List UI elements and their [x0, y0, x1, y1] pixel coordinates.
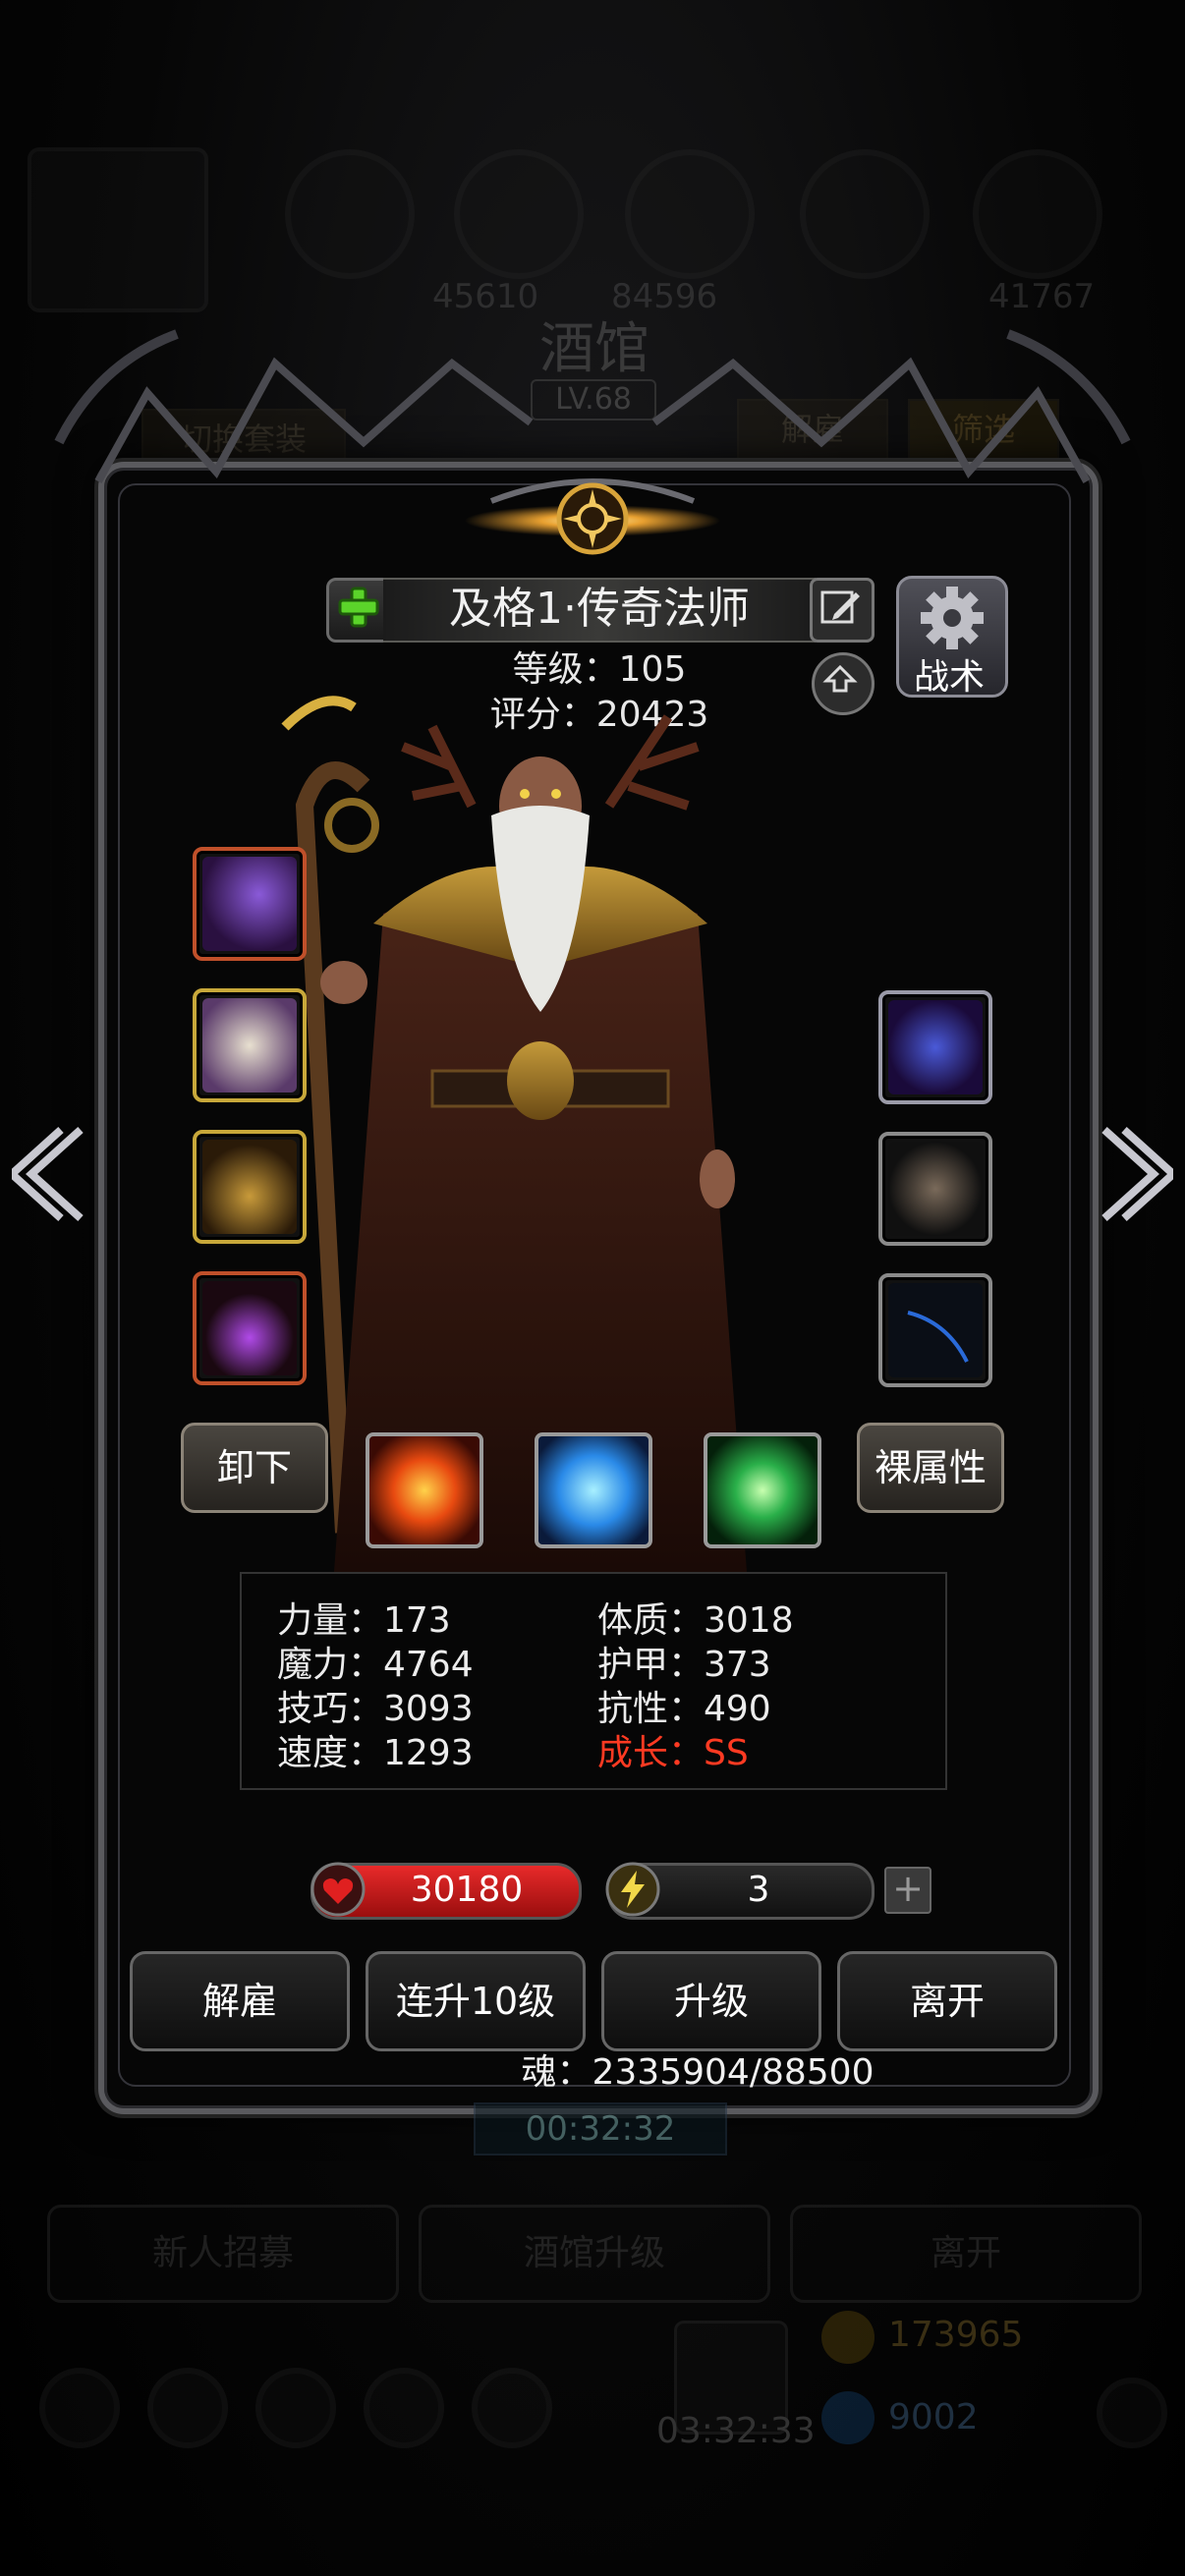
prev-hero-arrow-icon[interactable]	[6, 1120, 100, 1250]
gem-icon	[888, 1000, 983, 1094]
hero-level: 等级：105	[512, 649, 687, 690]
stat-armor: 护甲：373	[597, 1645, 771, 1685]
equip-slot-amulet[interactable]	[193, 1271, 307, 1385]
staff-icon	[202, 857, 297, 951]
gold-icon	[821, 2311, 875, 2364]
stat-speed: 速度：1293	[277, 1733, 474, 1773]
stat-constitution: 体质：3018	[597, 1600, 794, 1641]
leave-button[interactable]: 离开	[837, 1951, 1057, 2051]
skill-ice-icon[interactable]	[535, 1432, 652, 1548]
gold-amount: 173965	[888, 2315, 1024, 2355]
bg-bottom-icon-2	[147, 2368, 228, 2448]
heart-icon	[309, 1861, 367, 1922]
bg-timer: 00:32:32	[474, 2102, 727, 2156]
base-stats-button[interactable]: 裸属性	[857, 1423, 1004, 1513]
tavern-upgrade-button[interactable]: 酒馆升级	[419, 2205, 770, 2303]
lightning-icon	[603, 1861, 662, 1922]
bracer-icon	[888, 1142, 983, 1236]
necklace-icon	[202, 1140, 297, 1234]
rename-button[interactable]	[810, 578, 875, 643]
energy-value: 3	[747, 1870, 770, 1910]
recruit-button[interactable]: 新人招募	[47, 2205, 399, 2303]
stat-growth: 成长：SS	[597, 1733, 749, 1773]
bg-bottom-timer: 03:32:33	[656, 2411, 816, 2451]
equip-slot-whip[interactable]	[878, 1273, 992, 1387]
level-up-button[interactable]: 升级	[601, 1951, 821, 2051]
stat-strength: 力量：173	[277, 1600, 451, 1641]
hp-value: 30180	[410, 1870, 524, 1910]
bg-bottom-icon-3	[255, 2368, 336, 2448]
bg-bottom-icon-4	[364, 2368, 444, 2448]
skill-nature-icon[interactable]	[704, 1432, 821, 1548]
bg-bottom-icon-1	[39, 2368, 120, 2448]
hero-name: 及格1·传奇法师	[449, 584, 750, 634]
level-up-10-button[interactable]: 连升10级	[366, 1951, 586, 2051]
tactics-label: 战术	[913, 657, 985, 698]
stat-resistance: 抗性：490	[597, 1689, 771, 1729]
equip-slot-bracer[interactable]	[878, 1132, 992, 1246]
bg-bottom-icon-6	[1097, 2378, 1167, 2448]
equip-slot-necklace[interactable]	[193, 1130, 307, 1244]
robe-icon	[202, 998, 297, 1092]
whip-icon	[888, 1283, 983, 1377]
plus-icon	[338, 587, 379, 628]
next-hero-arrow-icon[interactable]	[1085, 1120, 1179, 1250]
unequip-button[interactable]: 卸下	[181, 1423, 328, 1513]
bg-leave-button[interactable]: 离开	[790, 2205, 1142, 2303]
skill-fire-icon[interactable]	[366, 1432, 483, 1548]
add-energy-button[interactable]: +	[884, 1867, 931, 1914]
gem-icon	[821, 2391, 875, 2444]
soul-counter: 魂：2335904/88500	[521, 2052, 875, 2093]
edit-icon	[820, 590, 860, 624]
stat-magic: 魔力：4764	[277, 1645, 474, 1685]
whip-stroke-icon	[907, 1311, 969, 1363]
sun-emblem-icon	[465, 478, 720, 555]
bg-bottom-icon-5	[472, 2368, 552, 2448]
amulet-icon	[202, 1281, 297, 1375]
dismiss-button[interactable]: 解雇	[130, 1951, 350, 2051]
equip-slot-gem[interactable]	[878, 990, 992, 1104]
stats-panel: 力量：173 体质：3018 魔力：4764 护甲：373 技巧：3093 抗性…	[240, 1572, 947, 1790]
gear-icon	[921, 587, 984, 649]
equip-slot-staff[interactable]	[193, 847, 307, 961]
gem-amount: 9002	[888, 2397, 979, 2437]
stat-skill: 技巧：3093	[277, 1689, 474, 1729]
equip-slot-robe[interactable]	[193, 988, 307, 1102]
